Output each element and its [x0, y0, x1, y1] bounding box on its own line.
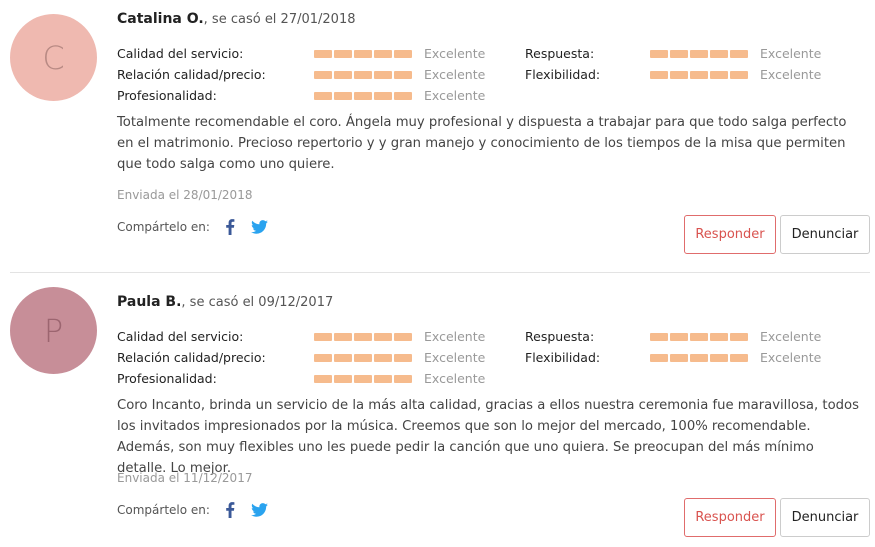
author-name: Catalina O. — [117, 11, 204, 27]
rating-value: Excelente — [424, 329, 486, 344]
share-row: Compártelo en: — [117, 217, 270, 237]
wedding-date: , se casó el 09/12/2017 — [181, 295, 334, 310]
rating-row: Profesionalidad: Excelente — [117, 370, 872, 388]
avatar-initial: C — [42, 38, 65, 77]
rating-value: Excelente — [760, 46, 822, 61]
rating-label: Calidad del servicio: — [117, 46, 244, 61]
rating-bar — [314, 375, 412, 383]
facebook-icon[interactable] — [220, 500, 240, 520]
rating-bar — [650, 71, 748, 79]
rating-bar — [314, 71, 412, 79]
rating-label: Relación calidad/precio: — [117, 350, 266, 365]
review-text: Totalmente recomendable el coro. Ángela … — [117, 115, 847, 172]
review-header: Paula B., se casó el 09/12/2017 — [117, 293, 872, 312]
avatar: P — [10, 287, 97, 374]
reply-button[interactable]: Responder — [684, 215, 776, 254]
author-name: Paula B. — [117, 294, 182, 310]
sent-date: Enviada el 28/01/2018 — [117, 188, 253, 202]
review-body: Catalina O., se casó el 27/01/2018 Calid… — [117, 10, 872, 254]
facebook-icon[interactable] — [220, 217, 240, 237]
sent-date: Enviada el 11/12/2017 — [117, 471, 253, 485]
rating-bar — [314, 354, 412, 362]
rating-label: Profesionalidad: — [117, 371, 217, 386]
rating-row: Profesionalidad: Excelente — [117, 87, 872, 105]
rating-label: Relación calidad/precio: — [117, 67, 266, 82]
twitter-icon[interactable] — [250, 500, 270, 520]
ratings: Calidad del servicio: Excelente Respuest… — [117, 328, 872, 392]
share-label: Compártelo en: — [117, 503, 210, 517]
rating-label: Respuesta: — [525, 329, 595, 344]
rating-value: Excelente — [424, 350, 486, 365]
rating-value: Excelente — [424, 88, 486, 103]
ratings: Calidad del servicio: Excelente Respuest… — [117, 45, 872, 109]
review-card: P Paula B., se casó el 09/12/2017 Calida… — [10, 272, 870, 545]
rating-bar — [650, 354, 748, 362]
rating-label: Flexibilidad: — [525, 350, 601, 365]
rating-label: Flexibilidad: — [525, 67, 601, 82]
rating-bar — [314, 50, 412, 58]
rating-bar — [650, 333, 748, 341]
rating-value: Excelente — [424, 46, 486, 61]
share-row: Compártelo en: — [117, 500, 270, 520]
rating-value: Excelente — [760, 67, 822, 82]
report-button[interactable]: Denunciar — [780, 215, 870, 254]
rating-bar — [314, 333, 412, 341]
avatar-initial: P — [43, 311, 64, 350]
rating-row: Relación calidad/precio: Excelente Flexi… — [117, 66, 872, 84]
wedding-date: , se casó el 27/01/2018 — [203, 12, 356, 27]
rating-label: Profesionalidad: — [117, 88, 217, 103]
rating-value: Excelente — [760, 329, 822, 344]
share-label: Compártelo en: — [117, 220, 210, 234]
rating-label: Calidad del servicio: — [117, 329, 244, 344]
review-header: Catalina O., se casó el 27/01/2018 — [117, 10, 872, 29]
review-text: Coro Incanto, brinda un servicio de la m… — [117, 398, 859, 476]
review-card: C Catalina O., se casó el 27/01/2018 Cal… — [0, 0, 875, 272]
reply-button[interactable]: Responder — [684, 498, 776, 537]
rating-value: Excelente — [424, 67, 486, 82]
rating-row: Calidad del servicio: Excelente Respuest… — [117, 328, 872, 346]
avatar: C — [10, 14, 97, 101]
report-button[interactable]: Denunciar — [780, 498, 870, 537]
rating-bar — [650, 50, 748, 58]
rating-value: Excelente — [424, 371, 486, 386]
rating-row: Calidad del servicio: Excelente Respuest… — [117, 45, 872, 63]
rating-value: Excelente — [760, 350, 822, 365]
rating-label: Respuesta: — [525, 46, 595, 61]
twitter-icon[interactable] — [250, 217, 270, 237]
review-body: Paula B., se casó el 09/12/2017 Calidad … — [117, 283, 872, 537]
rating-row: Relación calidad/precio: Excelente Flexi… — [117, 349, 872, 367]
rating-bar — [314, 92, 412, 100]
